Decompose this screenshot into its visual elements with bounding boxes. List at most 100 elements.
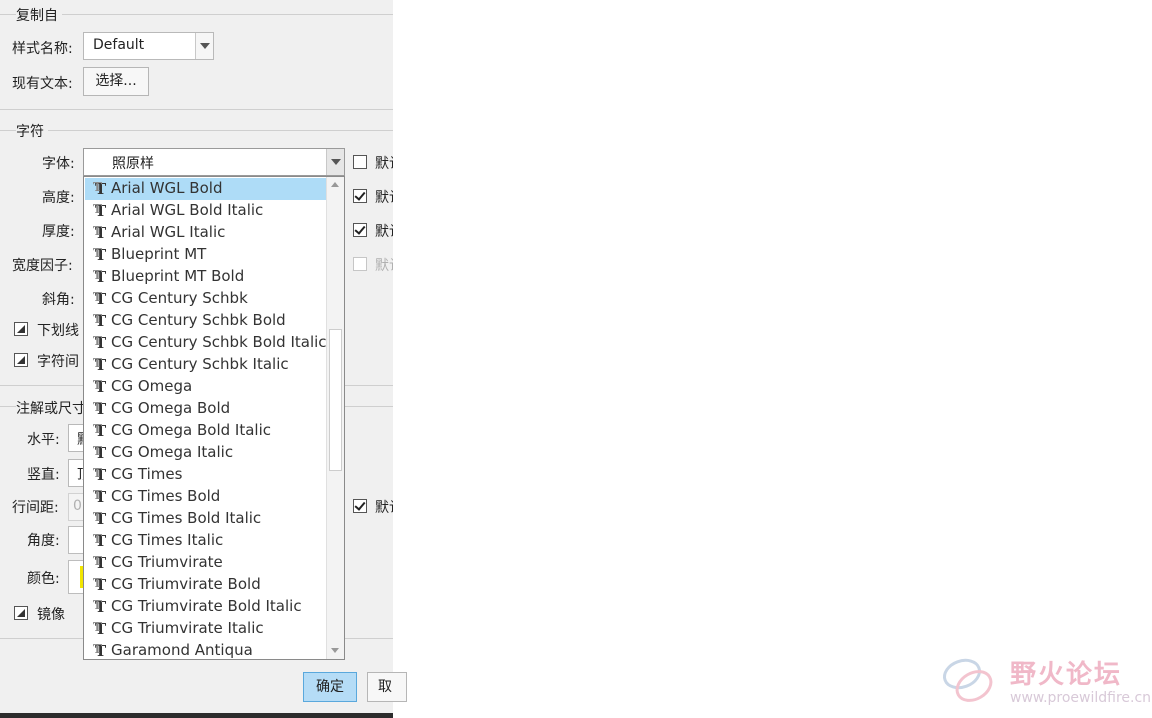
height-default-checkbox[interactable] xyxy=(353,189,367,203)
note-title: 注解或尺寸 xyxy=(16,398,90,418)
truetype-font-icon: T xyxy=(93,465,111,483)
font-list-item-label: CG Triumvirate Bold xyxy=(111,575,261,593)
truetype-font-icon: T xyxy=(93,289,111,307)
watermark-logo-icon xyxy=(943,658,993,702)
style-name-dropdown[interactable]: Default xyxy=(83,32,214,60)
font-list-item-label: CG Century Schbk xyxy=(111,289,248,307)
thickness-label: 厚度: xyxy=(42,224,75,240)
truetype-font-icon: T xyxy=(93,245,111,263)
truetype-font-icon: T xyxy=(93,355,111,373)
font-list-item-label: CG Omega xyxy=(111,377,193,395)
vertical-label: 竖直: xyxy=(27,467,60,483)
cancel-button[interactable]: 取 xyxy=(367,672,407,702)
height-label: 高度: xyxy=(42,190,75,206)
watermark: 野火论坛 www.proewildfire.cn xyxy=(940,652,1151,712)
font-list-item[interactable]: TCG Times Italic xyxy=(85,530,326,552)
font-list-item-label: Blueprint MT xyxy=(111,245,207,263)
scroll-up-icon[interactable] xyxy=(327,177,344,194)
font-dropdown[interactable]: 照原样 xyxy=(83,148,345,176)
font-list-item-label: Arial WGL Bold xyxy=(111,179,223,197)
truetype-font-icon: T xyxy=(93,487,111,505)
font-list-item[interactable]: TCG Omega xyxy=(85,376,326,398)
font-list-item-label: CG Triumvirate Bold Italic xyxy=(111,597,302,615)
truetype-font-icon: T xyxy=(93,509,111,527)
font-list-item[interactable]: TCG Omega Bold Italic xyxy=(85,420,326,442)
truetype-font-icon: T xyxy=(93,597,111,615)
select-button[interactable]: 选择... xyxy=(83,67,149,96)
thickness-default-label: 默认 xyxy=(375,224,393,240)
font-list-item-label: Garamond Antiqua xyxy=(111,641,253,659)
scrollbar-thumb[interactable] xyxy=(329,329,342,471)
width-factor-default-checkbox[interactable] xyxy=(353,257,367,271)
color-label: 颜色: xyxy=(27,571,60,587)
font-label: 字体: xyxy=(42,156,75,172)
section-divider xyxy=(0,109,393,110)
font-list-item[interactable]: TCG Triumvirate Bold xyxy=(85,574,326,596)
font-list-scrollbar[interactable] xyxy=(326,177,344,659)
truetype-font-icon: T xyxy=(93,575,111,593)
font-list-item[interactable]: TCG Omega Bold xyxy=(85,398,326,420)
truetype-font-icon: T xyxy=(93,311,111,329)
slant-label: 斜角: xyxy=(42,292,75,308)
font-list-item[interactable]: TCG Century Schbk Bold Italic xyxy=(85,332,327,354)
truetype-font-icon: T xyxy=(93,201,111,219)
scroll-down-icon[interactable] xyxy=(327,642,344,659)
font-list-item-label: Blueprint MT Bold xyxy=(111,267,245,285)
truetype-font-icon: T xyxy=(93,267,111,285)
font-list-item[interactable]: TCG Times Bold Italic xyxy=(85,508,326,530)
width-factor-label: 宽度因子: xyxy=(12,258,73,274)
font-list-item[interactable]: TCG Century Schbk Italic xyxy=(85,354,326,376)
font-list-item[interactable]: TCG Times Bold xyxy=(85,486,326,508)
font-list-item-label: CG Century Schbk Bold xyxy=(111,311,286,329)
width-factor-default-label: 默认 xyxy=(375,258,393,274)
font-dropdown-list[interactable]: TGaramond AntiquaTCG Triumvirate ItalicT… xyxy=(83,176,345,660)
chevron-down-icon[interactable] xyxy=(326,149,344,175)
font-list-item-label: CG Omega Bold xyxy=(111,399,231,417)
font-list-item-label: CG Century Schbk Italic xyxy=(111,355,289,373)
font-list-item[interactable]: TGaramond Antiqua xyxy=(85,640,326,659)
font-list-item-label: CG Times Bold Italic xyxy=(111,509,262,527)
font-list-item[interactable]: TCG Triumvirate xyxy=(85,552,326,574)
underline-label: 下划线 xyxy=(37,323,79,339)
font-list-item-label: CG Times xyxy=(111,465,183,483)
line-spacing-default-label: 默认 xyxy=(375,500,393,516)
font-value: 照原样 xyxy=(112,156,154,172)
chevron-down-icon[interactable] xyxy=(195,33,213,59)
char-spacing-label: 字符间 xyxy=(37,354,79,370)
character-divider xyxy=(0,130,393,131)
font-list-item[interactable]: TBlueprint MT xyxy=(85,244,326,266)
char-spacing-toggle-icon[interactable] xyxy=(14,353,28,367)
font-list-item-label: CG Triumvirate Italic xyxy=(111,619,264,637)
thickness-default-checkbox[interactable] xyxy=(353,223,367,237)
underline-toggle-icon[interactable] xyxy=(14,322,28,336)
font-list-item[interactable]: TCG Times xyxy=(85,464,326,486)
font-list-item[interactable]: TArial WGL Bold Italic xyxy=(85,200,326,222)
truetype-font-icon: T xyxy=(93,333,111,351)
line-spacing-default-checkbox[interactable] xyxy=(353,499,367,513)
truetype-font-icon: T xyxy=(93,641,111,659)
font-list-item[interactable]: TArial WGL Bold xyxy=(85,178,326,200)
truetype-font-icon: T xyxy=(93,443,111,461)
ok-button[interactable]: 确定 xyxy=(303,672,357,702)
window-bottom-edge xyxy=(0,713,393,718)
font-list-item[interactable]: TCG Century Schbk xyxy=(85,288,326,310)
font-list-item[interactable]: TCG Omega Italic xyxy=(85,442,326,464)
font-list-item[interactable]: TCG Century Schbk Bold xyxy=(85,310,326,332)
font-default-checkbox[interactable] xyxy=(353,155,367,169)
watermark-title: 野火论坛 xyxy=(1010,660,1123,690)
font-list-item[interactable]: TCG Triumvirate Bold Italic xyxy=(85,596,326,618)
font-list-item[interactable]: TArial WGL Italic xyxy=(85,222,326,244)
truetype-font-icon: T xyxy=(93,377,111,395)
style-name-label: 样式名称: xyxy=(12,41,73,57)
angle-label: 角度: xyxy=(27,533,60,549)
height-default-label: 默认 xyxy=(375,190,393,206)
character-title: 字符 xyxy=(16,121,48,141)
font-list-item[interactable]: TBlueprint MT Bold xyxy=(85,266,326,288)
copy-from-title: 复制自 xyxy=(16,5,62,25)
font-list-item[interactable]: TCG Triumvirate Italic xyxy=(85,618,326,640)
mirror-toggle-icon[interactable] xyxy=(14,606,28,620)
font-list-item-label: Arial WGL Bold Italic xyxy=(111,201,264,219)
truetype-font-icon: T xyxy=(93,553,111,571)
truetype-font-icon: T xyxy=(93,223,111,241)
truetype-font-icon: T xyxy=(93,619,111,637)
